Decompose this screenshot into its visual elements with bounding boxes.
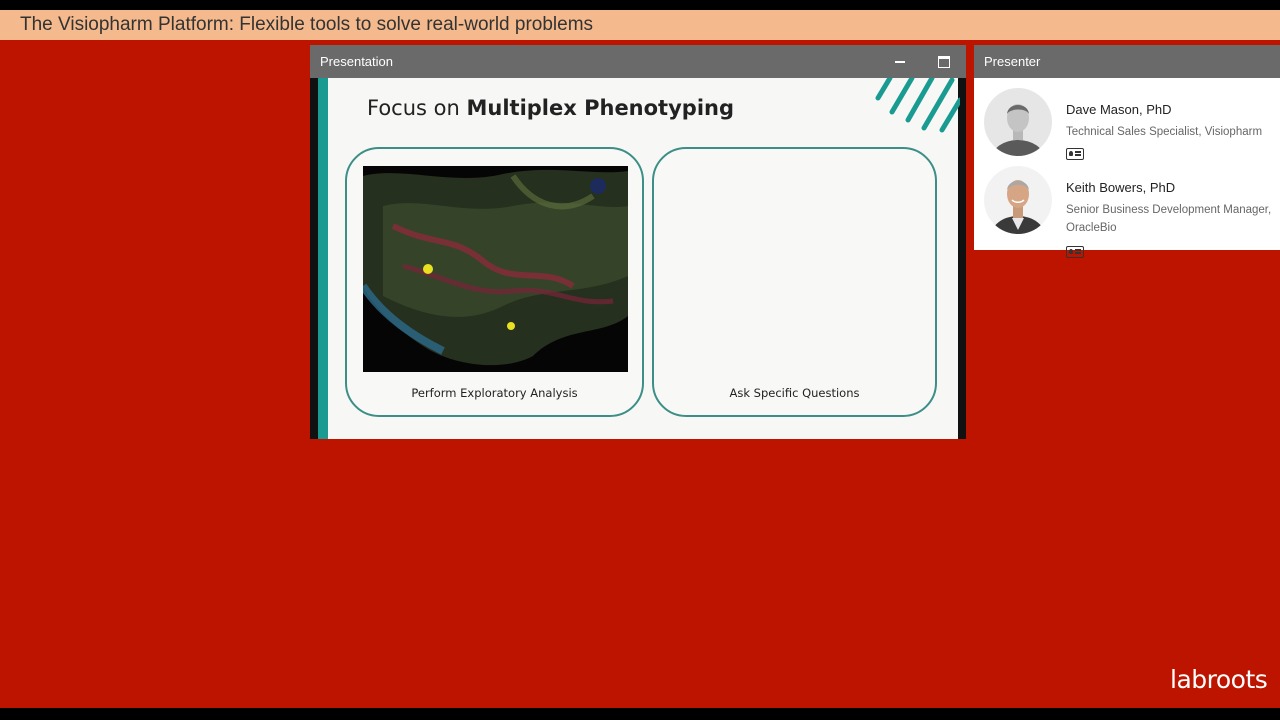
slide-title-bold: Multiplex Phenotyping xyxy=(466,96,734,120)
presenter-panel: Presenter Dave Mason, PhD Technical Sale… xyxy=(974,45,1280,258)
contact-card-icon[interactable] xyxy=(1066,148,1084,160)
presenter-name: Keith Bowers, PhD xyxy=(1066,180,1176,195)
teal-stripes-decoration xyxy=(875,78,960,133)
slide-teal-accent-bar xyxy=(318,78,328,439)
maximize-icon[interactable] xyxy=(934,52,954,72)
avatar xyxy=(984,166,1052,234)
card-label: Perform Exploratory Analysis xyxy=(411,386,578,400)
presenter-header-label: Presenter xyxy=(984,54,1041,69)
presenter-role: Senior Business Development Manager, xyxy=(1066,204,1272,216)
avatar xyxy=(984,88,1052,156)
presenter-header: Presenter xyxy=(974,45,1280,78)
slide-title: Focus on Multiplex Phenotyping xyxy=(367,96,734,120)
avatar-photo xyxy=(984,88,1052,156)
minimize-icon[interactable] xyxy=(890,52,910,72)
slide: Focus on Multiplex Phenotyping Perform E… xyxy=(310,78,966,439)
presentation-header: Presentation xyxy=(310,45,966,78)
labroots-logo: labroots xyxy=(1170,665,1268,694)
exploratory-analysis-card: Perform Exploratory Analysis xyxy=(345,147,644,417)
avatar-photo xyxy=(984,166,1052,234)
stage: The Visiopharm Platform: Flexible tools … xyxy=(0,10,1280,708)
contact-card-icon[interactable] xyxy=(1066,246,1084,258)
slide-title-prefix: Focus on xyxy=(367,96,467,120)
slide-left-border xyxy=(310,78,318,439)
presenter-organization: OracleBio xyxy=(1066,222,1117,234)
page-title: The Visiopharm Platform: Flexible tools … xyxy=(0,10,1280,40)
card-label: Ask Specific Questions xyxy=(729,386,860,400)
presentation-header-label: Presentation xyxy=(320,54,393,69)
specific-questions-card: Ask Specific Questions xyxy=(652,147,937,417)
presenter-name: Dave Mason, PhD xyxy=(1066,102,1172,117)
presenter-role: Technical Sales Specialist, Visiopharm xyxy=(1066,126,1263,138)
multiplex-tissue-image xyxy=(363,166,628,372)
presentation-window: Presentation Focus on Multiplex Phenotyp… xyxy=(310,45,966,439)
